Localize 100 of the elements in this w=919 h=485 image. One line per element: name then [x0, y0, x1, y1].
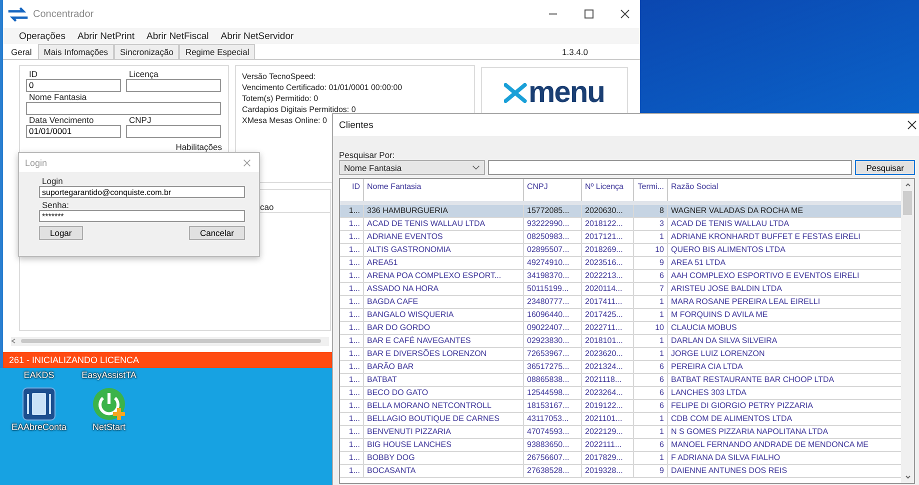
- table-row[interactable]: 1... BARÃO BAR 36517275... 2021324... 6 PEREIRA CIA LTDA: [340, 361, 901, 374]
- scroll-thumb[interactable]: [903, 191, 912, 215]
- column-header[interactable]: cao: [260, 202, 280, 212]
- table-row[interactable]: 1... BANGALO WISQUERIA 16096440... 2017425... 1 M FORQUINS D AVILA ME: [340, 309, 901, 322]
- maximize-icon[interactable]: [584, 9, 594, 20]
- table-cell: 2017425...: [582, 309, 634, 321]
- table-row[interactable]: 1... BATBAT 08865838... 2021118... 6 BATBAT RESTAURANTE BAR CHOOP LTDA: [340, 374, 901, 387]
- close-icon[interactable]: [907, 120, 917, 130]
- table-row[interactable]: 1... ACAD DE TENIS WALLAU LTDA 93222990... 2018122... 3 ACAD DE TENIS WALLAU LTDA: [340, 218, 901, 231]
- table-cell: 2018122...: [582, 218, 634, 230]
- table-cell: 2019122...: [582, 400, 634, 412]
- table-row[interactable]: 1... BAR DO GORDO 09022407... 2022711... 10 CLAUCIA MOBUS: [340, 322, 901, 335]
- table-cell: 2020114...: [582, 283, 634, 295]
- table-cell: 1...: [340, 426, 364, 438]
- table-row[interactable]: 1... ALTIS GASTRONOMIA 02895507... 2018269... 10 QUERO BIS ALIMENTOS LTDA: [340, 244, 901, 257]
- table-cell: 34198370...: [524, 270, 582, 282]
- table-cell: 1...: [340, 231, 364, 243]
- column-header[interactable]: Nome Fantasia: [364, 179, 524, 201]
- table-row[interactable]: 1... BENVENUTI PIZZARIA 47074593... 2022129... 1 N S GOMES PIZZARIA NAPOLITANA LTDA: [340, 426, 901, 439]
- column-header[interactable]: ID: [340, 179, 364, 201]
- table-cell: ARENA POA COMPLEXO ESPORT...: [364, 270, 524, 282]
- input-field[interactable]: 01/01/0001: [26, 124, 121, 138]
- table-row[interactable]: 1... BECO DO GATO 12544598... 2023264... 6 LANCHES 303 LTDA: [340, 387, 901, 400]
- table-cell: ACAD DE TENIS WALLAU LTDA: [364, 218, 524, 230]
- table-cell-text: ACAD DE TENIS WALLAU LTDA: [670, 218, 790, 230]
- table-cell: 1: [634, 452, 668, 464]
- menu-item[interactable]: Operações: [19, 30, 66, 42]
- table-row[interactable]: 1... BELLA MORANO NETCONTROLL 18153167... 2019122... 6 FELIPE DI GIORGIO PETRY PIZZARIA: [340, 400, 901, 413]
- table-cell: 93222990...: [524, 218, 582, 230]
- input-field[interactable]: [126, 124, 221, 138]
- table-row[interactable]: 1... BOBBY DOG 26756607... 2017829... 1 F ADRIANA DA SILVA FIALHO: [340, 452, 901, 465]
- table-cell: 2022111...: [582, 439, 634, 451]
- table-row[interactable]: 1... ASSADO NA HORA 50115199... 2020114... 7 ARISTEU JOSE BALDIN LTDA: [340, 283, 901, 296]
- table-cell: 7: [634, 283, 668, 295]
- menu-item[interactable]: Abrir NetFiscal: [146, 30, 209, 42]
- table-row[interactable]: 1... ADRIANE EVENTOS 08250983... 2017121... 1 ADRIANE KRONHARDT BUFFET E FESTAS EIRELI: [340, 231, 901, 244]
- table-cell: 72653967...: [524, 348, 582, 360]
- table-cell-text: JORGE LUIZ LORENZON: [670, 348, 766, 360]
- table-cell: 2017121...: [582, 231, 634, 243]
- table-cell: 1: [634, 335, 668, 347]
- table-cell-text: PEREIRA CIA LTDA: [670, 361, 744, 373]
- table-cell: 1: [634, 426, 668, 438]
- menu-item[interactable]: Abrir NetServidor: [220, 30, 294, 42]
- dialog-button[interactable]: Logar: [39, 226, 83, 240]
- scroll-up-icon[interactable]: [904, 182, 910, 188]
- table-row[interactable]: 1... BIG HOUSE LANCHES 93883650... 2022111... 6 MANOEL FERNANDO ANDRADE DE MENDONCA ME: [340, 439, 901, 452]
- table-row[interactable]: 1... ARENA POA COMPLEXO ESPORT... 34198370... 2022213... 6 AAH COMPLEXO ESPORTIVO E EVENTOS EIRELI: [340, 270, 901, 283]
- table-row[interactable]: 1... AREA51 49274910... 2023516... 9 AREA 51 LTDA: [340, 257, 901, 270]
- search-by-dropdown[interactable]: Nome Fantasia: [339, 160, 485, 175]
- table-cell-text: DARLAN DA SILVA SILVEIRA: [670, 335, 778, 347]
- input-field[interactable]: [126, 78, 221, 92]
- table-cell: 02923830...: [524, 335, 582, 347]
- table-cell-text: ADRIANE KRONHARDT BUFFET E FESTAS EIRELI: [670, 231, 862, 243]
- vertical-scrollbar[interactable]: [901, 179, 914, 483]
- table-cell: 02895507...: [524, 244, 582, 256]
- close-icon[interactable]: [620, 9, 630, 20]
- scroll-left-icon[interactable]: [11, 338, 17, 344]
- table-cell: 1...: [340, 218, 364, 230]
- column-header[interactable]: Nº Licença: [582, 179, 634, 201]
- column-header[interactable]: CNPJ: [524, 179, 582, 201]
- table-cell: BOCASANTA: [364, 465, 524, 477]
- scroll-thumb[interactable]: [21, 339, 321, 344]
- dialog-button[interactable]: Cancelar: [188, 226, 245, 240]
- table-cell: BELLAGIO BOUTIQUE DE CARNES: [364, 413, 524, 425]
- table-row[interactable]: 1... BAR E DIVERSÕES LORENZON 72653967... 2023620... 1 JORGE LUIZ LORENZON: [340, 348, 901, 361]
- scroll-down-icon[interactable]: [904, 474, 910, 480]
- tab[interactable]: Mais Infomações: [38, 44, 114, 59]
- menu-item[interactable]: Abrir NetPrint: [77, 30, 134, 42]
- status-text: 261 - INICIALIZANDO LICENCA: [9, 354, 140, 365]
- table-cell: 08250983...: [524, 231, 582, 243]
- table-cell: 1...: [340, 309, 364, 321]
- tab[interactable]: Sincronização: [114, 44, 180, 59]
- input-field[interactable]: suportegarantido@conquiste.com.br: [39, 186, 245, 198]
- column-header[interactable]: Razão Social: [668, 179, 901, 201]
- horizontal-scrollbar[interactable]: [11, 336, 329, 346]
- table-cell: 27638528...: [524, 465, 582, 477]
- table-row[interactable]: 1... BAR E CAFÉ NAVEGANTES 02923830... 2018101... 1 DARLAN DA SILVA SILVEIRA: [340, 335, 901, 348]
- power-icon[interactable]: [91, 386, 127, 422]
- table-cell: 2022129...: [582, 426, 634, 438]
- table-row[interactable]: 1... BELLAGIO BOUTIQUE DE CARNES 43117053... 2021101... 1 CDB COM DE ALIMENTOS LTDA: [340, 413, 901, 426]
- input-field[interactable]: *******: [39, 210, 245, 222]
- table-row[interactable]: 1... BAGDA CAFE 23480777... 2017411... 1 MARA ROSANE PEREIRA LEAL EIRELLI: [340, 296, 901, 309]
- tab[interactable]: Regime Especial: [179, 44, 256, 59]
- table-cell: 6: [634, 361, 668, 373]
- column-header[interactable]: Termi...: [634, 179, 668, 201]
- version-label: 1.3.4.0: [562, 46, 589, 59]
- table-cell: 49274910...: [524, 257, 582, 269]
- search-button[interactable]: Pesquisar: [855, 160, 915, 175]
- menu-card-icon[interactable]: [21, 386, 57, 422]
- table-cell: 1...: [340, 400, 364, 412]
- window-title: Concentrador: [33, 8, 94, 20]
- table-cell: 23480777...: [524, 296, 582, 308]
- input-field[interactable]: [26, 102, 221, 115]
- search-field[interactable]: [488, 160, 852, 175]
- table-cell: BANGALO WISQUERIA: [364, 309, 524, 321]
- arrows-icon: [7, 6, 29, 22]
- table-row[interactable]: 1... BOCASANTA 27638528... 2019328... 9 DAIENNE ANTUNES DOS REIS: [340, 465, 901, 478]
- table-row[interactable]: 1... 336 HAMBURGUERIA 15772085... 2020630... 8 WAGNER VALADAS DA ROCHA ME: [340, 205, 901, 218]
- table-cell: BENVENUTI PIZZARIA: [364, 426, 524, 438]
- input-field[interactable]: 0: [26, 78, 121, 92]
